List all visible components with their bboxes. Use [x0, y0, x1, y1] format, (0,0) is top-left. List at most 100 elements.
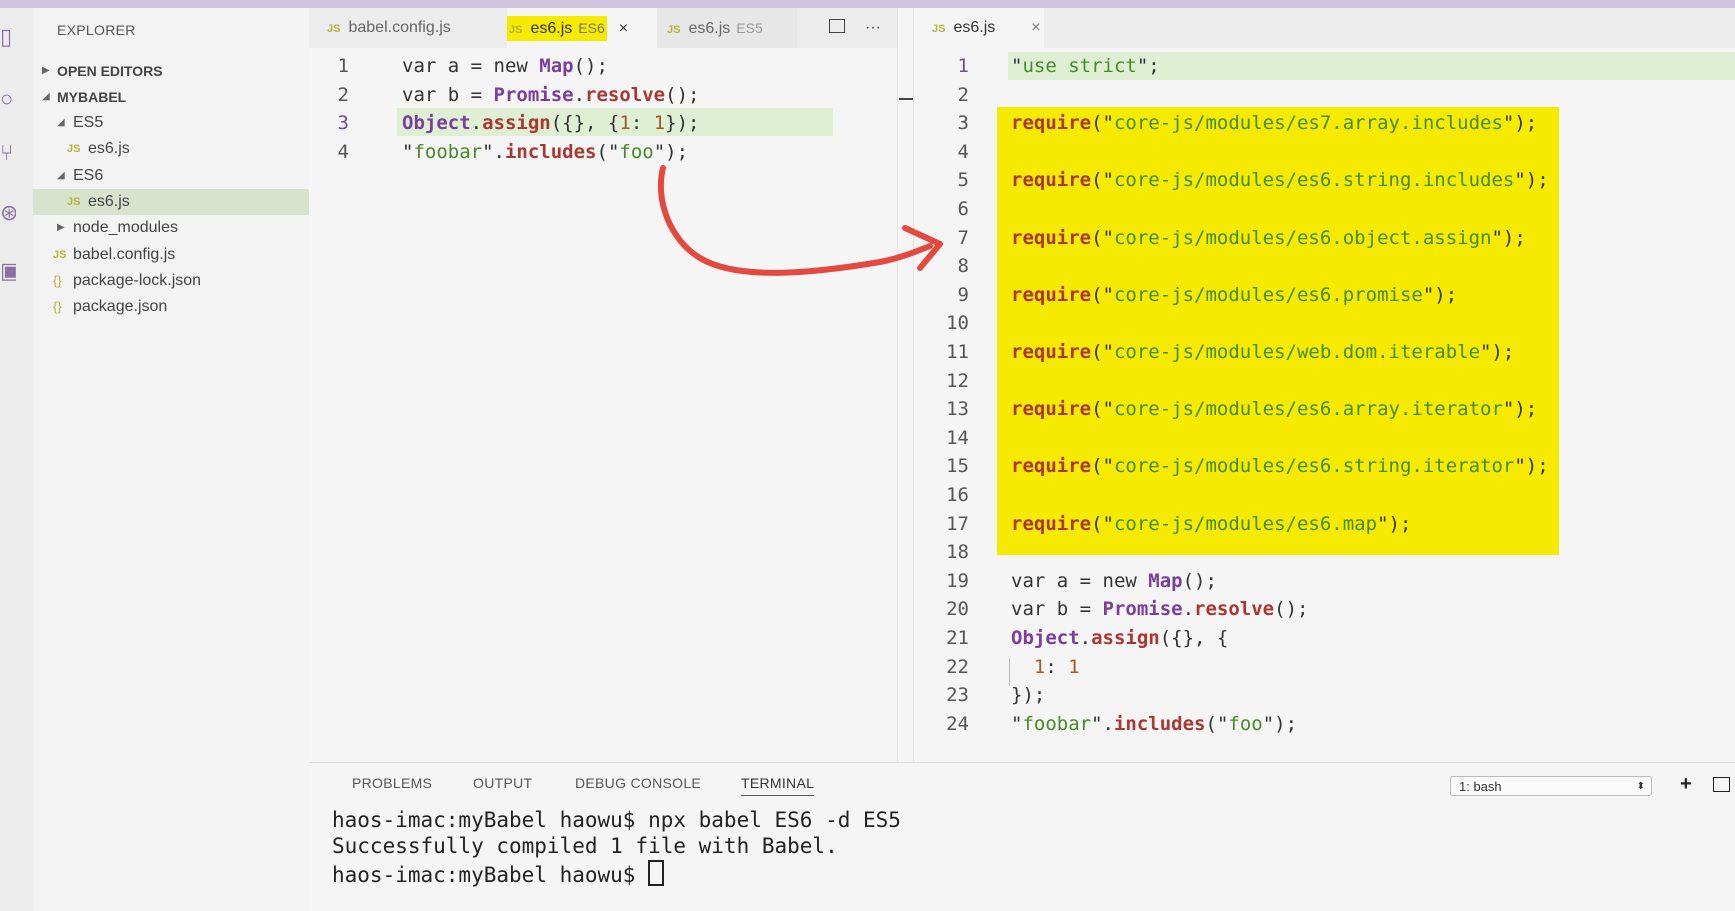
tab-bar-left: JS babel.config.js JS es6.js ES6 × JS es6.js E…	[309, 8, 897, 48]
code-token: require	[1011, 512, 1092, 535]
js-file-icon: JS	[932, 23, 946, 35]
code-token: var a = new	[402, 55, 540, 77]
line-text: var a = new Map();	[1011, 567, 1217, 595]
code-token: var b =	[1011, 598, 1103, 621]
code-token: ({}, {	[1159, 627, 1229, 649]
add-terminal-icon[interactable]: +	[1680, 773, 1692, 796]
terminal-prompt: haos-imac:myBabel haowu$	[332, 863, 649, 887]
open-editors-section[interactable]: ▶ OPEN EDITORS	[33, 58, 309, 84]
code-token: ();	[1274, 598, 1309, 621]
code-token: });	[665, 112, 700, 135]
tab-es6-output[interactable]: JS es6.js ×	[914, 8, 1044, 48]
code-token: foo	[619, 140, 654, 163]
tree-item[interactable]: JS babel.config.js	[33, 242, 309, 268]
activity-bar: ▯ ○ ⑂ ⊛ ▣	[0, 8, 33, 911]
tree-item[interactable]: ◢ ES5	[33, 110, 309, 136]
code-token: ");	[653, 140, 689, 163]
line-number: 3	[337, 112, 349, 135]
tree-item[interactable]: ▶ node_modules	[33, 215, 309, 241]
more-icon[interactable]: ···	[865, 19, 881, 36]
files-icon[interactable]: ▯	[0, 24, 16, 50]
code-token: Map	[539, 55, 574, 77]
project-section[interactable]: ◢ MYBABEL	[33, 84, 309, 110]
terminal-cursor	[648, 860, 665, 886]
code-token: var b =	[402, 83, 494, 106]
line-number: 13	[946, 398, 969, 421]
code-token: core-js/modules/web.dom.iterable	[1113, 341, 1481, 363]
code-token: ();	[665, 83, 700, 106]
code-token: ");	[1514, 455, 1549, 478]
tree-item-label: es6.js	[88, 140, 130, 158]
tab-terminal[interactable]: TERMINAL	[741, 775, 815, 796]
editor-group-right: JS es6.js × 1 "use strict"; 2 3 require("core-…	[914, 8, 1735, 762]
tree-item[interactable]: JS es6.js	[33, 188, 309, 215]
js-file-icon: JS	[67, 195, 81, 208]
editor-split-divider[interactable]	[897, 8, 914, 762]
line-number: 16	[946, 484, 969, 506]
shell-select[interactable]: 1: bash ⬍	[1450, 776, 1652, 796]
json-file-icon: {}	[53, 272, 62, 288]
terminal-line: Successfully compiled 1 file with Babel.	[332, 834, 838, 858]
tree-item[interactable]: {} package-lock.json	[33, 268, 309, 294]
tab-output[interactable]: OUTPUT	[473, 775, 532, 791]
terminal-prompt-line[interactable]: haos-imac:myBabel haowu$	[332, 860, 665, 887]
tree-item[interactable]: JS es6.js	[33, 136, 309, 162]
code-token: Object	[402, 112, 471, 135]
open-editors-label: OPEN EDITORS	[57, 63, 163, 79]
tab-label: es6.js	[688, 20, 731, 37]
search-icon[interactable]: ○	[0, 86, 16, 112]
code-token: ("	[1091, 455, 1114, 478]
code-token: .	[1079, 627, 1092, 649]
tab-es6-es5[interactable]: JS es6.js ES5	[657, 8, 797, 48]
close-icon[interactable]: ×	[1031, 19, 1040, 36]
code-token: 1	[1033, 655, 1046, 678]
tab-debug-console[interactable]: DEBUG CONSOLE	[575, 775, 701, 791]
code-token: require	[1011, 455, 1092, 478]
chevron-right-icon: ▶	[57, 222, 65, 234]
line-number: 24	[946, 712, 969, 735]
tab-babel-config[interactable]: JS babel.config.js	[327, 8, 507, 48]
debug-icon[interactable]: ⊛	[0, 200, 16, 226]
code-token: includes	[1113, 712, 1206, 735]
line-text: require("core-js/modules/es6.promise");	[1011, 281, 1457, 309]
tab-description: ES6	[578, 20, 605, 36]
code-token: 1	[1068, 655, 1080, 678]
code-token: Map	[1148, 569, 1183, 592]
tab-problems[interactable]: PROBLEMS	[352, 775, 432, 791]
tab-es6-es6[interactable]: JS es6.js ES6 ×	[507, 8, 657, 48]
json-file-icon: {}	[53, 299, 62, 315]
code-token: Object	[1011, 627, 1080, 649]
code-token: "	[1011, 712, 1023, 735]
extensions-icon[interactable]: ▣	[0, 258, 16, 284]
line-text: "use strict";	[1011, 52, 1160, 80]
code-token: core-js/modules/es6.string.iterator	[1113, 455, 1515, 478]
tree-item[interactable]: {} package.json	[33, 294, 309, 320]
tree-item-label: package.json	[73, 298, 168, 316]
terminal-line: haos-imac:myBabel haowu$ npx babel ES6 -…	[332, 808, 901, 832]
line-text: });	[1011, 681, 1045, 709]
code-token: });	[1011, 684, 1046, 707]
chevron-updown-icon: ⬍	[1636, 781, 1645, 792]
line-number: 22	[946, 655, 969, 678]
code-token: 1	[619, 112, 631, 135]
code-token: ("	[1091, 341, 1114, 363]
line-number: 19	[946, 569, 969, 592]
code-token: resolve	[1194, 598, 1275, 621]
line-text: require("core-js/modules/es6.object.assi…	[1011, 224, 1526, 252]
split-terminal-icon[interactable]	[1713, 777, 1730, 792]
line-text: require("core-js/modules/web.dom.iterabl…	[1011, 338, 1514, 366]
tree-item-label: ES5	[73, 114, 104, 131]
shell-select-value: 1: bash	[1459, 779, 1502, 794]
code-token: ("	[1091, 512, 1114, 535]
tree-item[interactable]: ◢ ES6	[33, 163, 309, 189]
code-token: ("	[1091, 226, 1114, 249]
line-number: 11	[946, 341, 969, 363]
indent-guide	[1009, 658, 1010, 686]
split-editor-icon[interactable]	[829, 19, 846, 33]
tab-label: babel.config.js	[348, 19, 451, 36]
window-title-bar	[0, 0, 1735, 8]
source-control-icon[interactable]: ⑂	[0, 140, 16, 166]
tab-description: ES5	[736, 20, 763, 36]
close-icon[interactable]: ×	[619, 20, 628, 37]
